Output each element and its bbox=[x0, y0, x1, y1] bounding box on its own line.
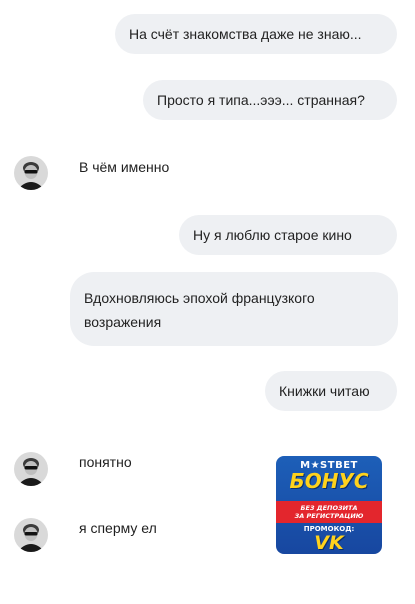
message-bubble-outgoing[interactable]: На счёт знакомства даже не знаю... bbox=[115, 14, 397, 54]
avatar[interactable] bbox=[14, 518, 48, 552]
message-text-incoming: В чём именно bbox=[79, 159, 170, 175]
user-avatar-sunglasses-icon bbox=[14, 452, 48, 486]
message-text: Ну я люблю старое кино bbox=[193, 227, 352, 243]
user-avatar-sunglasses-icon bbox=[14, 518, 48, 552]
message-bubble-outgoing[interactable]: Вдохновляюсь эпохой французкого возражен… bbox=[70, 272, 398, 346]
user-avatar-sunglasses-icon bbox=[14, 156, 48, 190]
message-text-line: возражения bbox=[84, 314, 162, 330]
avatar[interactable] bbox=[14, 156, 48, 190]
promo-code: VK bbox=[314, 532, 344, 554]
message-text: Книжки читаю bbox=[279, 383, 370, 399]
message-bubble-outgoing[interactable]: Ну я люблю старое кино bbox=[179, 215, 397, 255]
message-text-incoming: я сперму ел bbox=[79, 520, 157, 536]
message-text: На счёт знакомства даже не знаю... bbox=[129, 26, 362, 42]
message-text-line: Вдохновляюсь эпохой французкого bbox=[84, 290, 315, 306]
promo-band-line: БЕЗ ДЕПОЗИТА bbox=[300, 504, 358, 512]
message-bubble-outgoing[interactable]: Книжки читаю bbox=[265, 371, 397, 411]
promo-band-line: ЗА РЕГИСТРАЦИЮ bbox=[294, 512, 364, 520]
avatar[interactable] bbox=[14, 452, 48, 486]
promo-banner[interactable]: M★STBET БОНУС БЕЗ ДЕПОЗИТА ЗА РЕГИСТРАЦИ… bbox=[276, 456, 382, 554]
promo-bonus: БОНУС bbox=[289, 469, 369, 493]
message-bubble-outgoing[interactable]: Просто я типа...эээ... странная? bbox=[143, 80, 397, 120]
promo-band: БЕЗ ДЕПОЗИТА ЗА РЕГИСТРАЦИЮ bbox=[276, 501, 382, 523]
message-text: Просто я типа...эээ... странная? bbox=[157, 92, 365, 108]
message-text-incoming: понятно bbox=[79, 454, 132, 470]
